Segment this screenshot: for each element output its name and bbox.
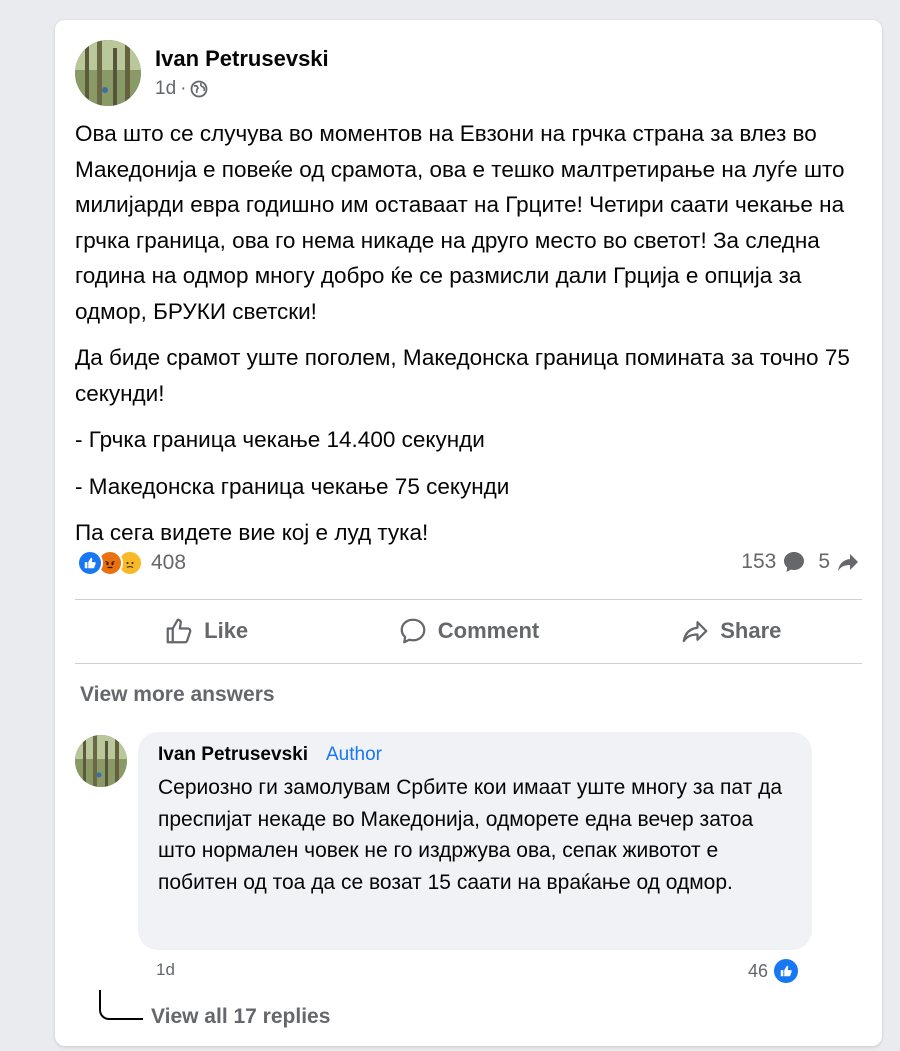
globe-icon[interactable] [190,80,208,98]
post-time[interactable]: 1d [155,78,176,100]
comment-likes[interactable]: 46 [748,957,801,985]
share-label: Share [720,618,782,643]
reply-thread-line [99,990,143,1020]
comment-label: Comment [437,618,540,643]
view-all-replies-link[interactable]: View all 17 replies [151,1005,330,1029]
post-paragraph: - Македонска граница чекање 75 секунди [75,473,510,499]
post-actions: Like Comment Share [75,600,862,662]
share-count: 5 [818,550,830,573]
post-paragraph: Ова што се случува во моментов на Евзони… [75,121,845,324]
post-paragraph: Да биде срамот уште поголем, Македонска … [75,345,850,406]
meta-separator: · [180,78,187,99]
share-stat[interactable]: 5 [818,550,860,574]
post-paragraph: Па сега видете вие кој е луд тука! [75,520,429,545]
post-body: Ова што се случува во моментов на Евзони… [75,116,865,562]
share-button[interactable]: Share [600,600,862,662]
view-more-answers-link[interactable]: View more answers [80,683,275,707]
post-author-name[interactable]: Ivan Petrusevski [155,46,329,72]
comment-button[interactable]: Comment [337,600,599,662]
comment-icon [400,618,426,644]
comment-header: Ivan Petrusevski Author [158,744,792,766]
share-icon [682,621,708,643]
post-card: Ivan Petrusevski 1d · Ова што се случува… [55,20,882,1046]
author-avatar[interactable] [75,40,141,106]
comment-stat[interactable]: 153 [741,550,806,574]
divider [75,663,862,664]
author-badge: Author [325,744,382,765]
like-label: Like [204,618,249,643]
reaction-count: 408 [151,551,187,574]
comment-time[interactable]: 1d [156,960,175,980]
like-reaction-icon [77,550,103,576]
comment-count: 153 [741,550,777,573]
like-button[interactable]: Like [75,600,337,662]
like-reaction-icon [772,957,801,985]
post-paragraph: - Грчка граница чекање 14.400 секунди [75,427,485,452]
post-stats: 153 5 [741,550,860,574]
comment-like-count: 46 [748,960,769,981]
comment-author-avatar[interactable] [75,735,127,787]
comment-author-name[interactable]: Ivan Petrusevski [158,744,308,766]
comment-bubble: Ivan Petrusevski Author Сериозно ги замо… [138,732,812,950]
comment-text: Сериозно ги замолувам Србите кои имаат у… [158,776,783,894]
comment-bubble-icon [784,552,805,572]
reactions-summary[interactable]: 408 [77,550,186,576]
post-meta: 1d · [155,78,208,100]
share-arrow-icon [838,554,858,571]
thumbs-up-icon [166,618,192,644]
